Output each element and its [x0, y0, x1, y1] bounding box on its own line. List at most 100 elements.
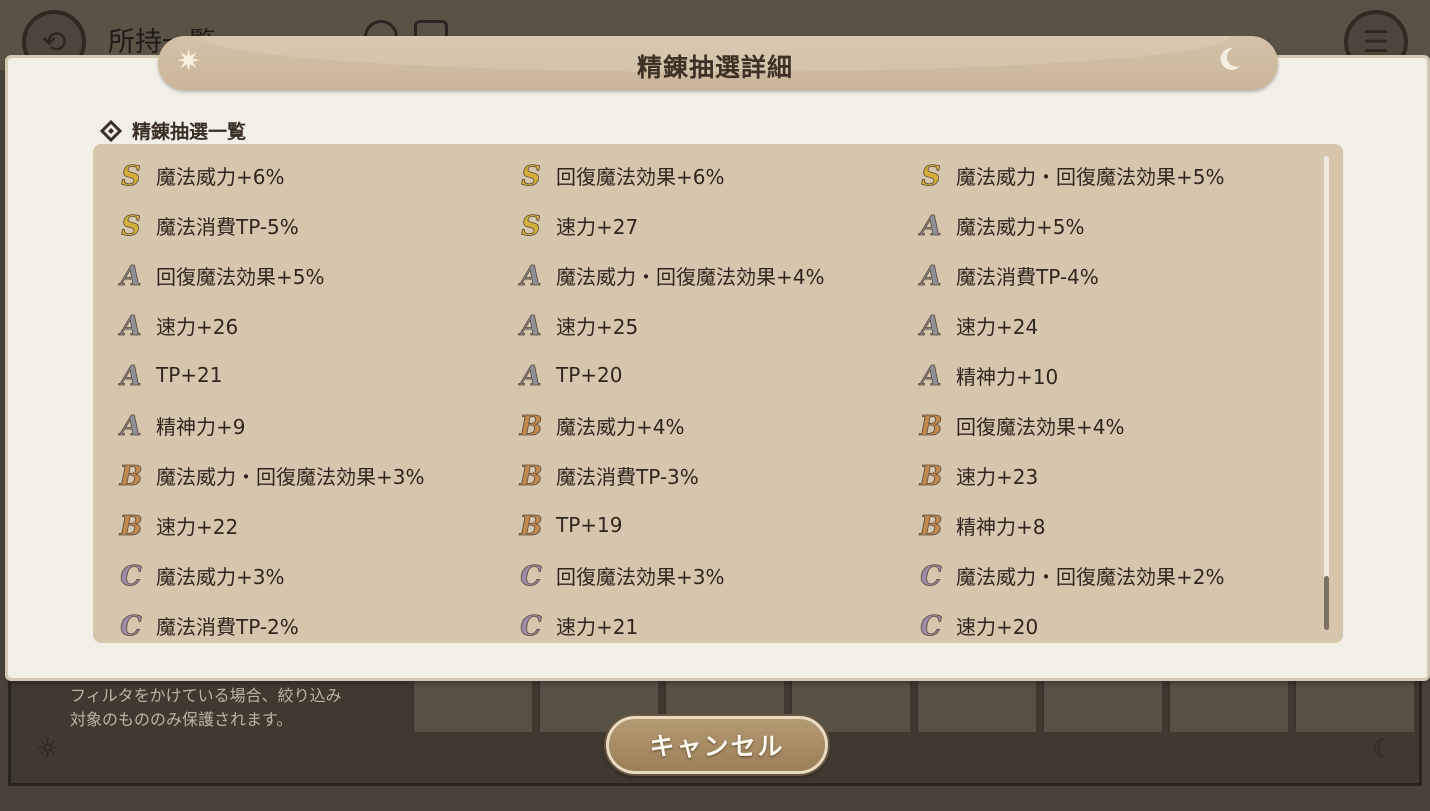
rank-a-icon: A [517, 311, 542, 341]
lottery-entry: A TP+20 [517, 357, 622, 393]
rank-c-icon: C [520, 611, 543, 641]
lottery-entry: B 速力+23 [917, 457, 1038, 493]
lottery-entry-text: 速力+21 [556, 614, 639, 639]
rank-c-icon: C [120, 611, 143, 641]
lottery-entry-text: 魔法威力+3% [156, 564, 285, 589]
svg-text:C: C [920, 561, 942, 591]
lottery-entry: C 回復魔法効果+3% [517, 557, 725, 593]
lottery-entry-text: 魔法消費TP-4% [956, 264, 1099, 289]
svg-text:S: S [921, 161, 941, 191]
lottery-entry-text: 速力+20 [956, 614, 1039, 639]
lottery-row: B 魔法威力・回復魔法効果+3% B 魔法消費TP-3% B 速力+23 [93, 444, 1323, 494]
svg-text:A: A [918, 361, 942, 391]
rank-b-icon: B [918, 461, 943, 491]
lottery-entry-text: 魔法消費TP-5% [156, 214, 299, 239]
character-thumbnail [1042, 680, 1162, 732]
rank-a-icon: A [117, 311, 142, 341]
cancel-button-label: キャンセル [649, 732, 785, 761]
svg-text:A: A [518, 311, 542, 341]
rank-c-icon: C [920, 561, 943, 591]
svg-text:B: B [119, 461, 143, 491]
background-note-line-1: フィルタをかけている場合、絞り込み [70, 686, 342, 705]
cancel-button[interactable]: キャンセル [606, 716, 828, 774]
moon-ornament-icon: ☾ [1372, 734, 1396, 764]
lottery-row: C 魔法消費TP-2% C 速力+21 C 速力+20 [93, 594, 1323, 643]
lottery-entry-text: 精神力+8 [956, 514, 1046, 539]
sun-ornament-icon: ☼ [36, 734, 60, 764]
lottery-entry: C 速力+20 [917, 607, 1038, 643]
rank-a-icon: A [117, 411, 142, 441]
rank-a-icon: A [917, 211, 942, 241]
rank-s-icon: S [921, 161, 941, 191]
rank-a-icon: A [917, 261, 942, 291]
svg-text:A: A [918, 261, 942, 291]
svg-text:B: B [519, 511, 543, 541]
lottery-entry-text: TP+19 [556, 513, 623, 537]
lottery-entry: B 魔法威力・回復魔法効果+3% [117, 457, 425, 493]
lottery-entry: A 速力+24 [917, 307, 1038, 343]
lottery-list-panel[interactable]: S 魔法威力+6% S 回復魔法効果+6% S 魔法威力・回復魔法効果+5% S 魔法消費TP… [93, 144, 1343, 643]
lottery-row: A TP+21 A TP+20 A 精神力+10 [93, 344, 1323, 394]
character-thumbnail [412, 680, 532, 732]
svg-text:C: C [920, 611, 942, 641]
lottery-entry-text: 速力+25 [556, 314, 639, 339]
scrollbar-thumb[interactable] [1324, 576, 1329, 630]
rank-s-icon: S [121, 211, 141, 241]
diamond-bullet-icon [100, 119, 122, 142]
svg-text:B: B [119, 511, 143, 541]
lottery-entry-text: 速力+26 [156, 314, 239, 339]
lottery-entry-text: 速力+27 [556, 214, 639, 239]
lottery-row: A 速力+26 A 速力+25 A 速力+24 [93, 294, 1323, 344]
lottery-entry-text: 魔法消費TP-3% [556, 464, 699, 489]
background-note-line-2: 対象のもののみ保護されます。 [70, 710, 293, 729]
rank-a-icon: A [117, 361, 142, 391]
lottery-entry-text: 回復魔法効果+3% [556, 564, 725, 589]
svg-text:A: A [118, 411, 142, 441]
lottery-grid: S 魔法威力+6% S 回復魔法効果+6% S 魔法威力・回復魔法効果+5% S 魔法消費TP… [93, 144, 1323, 643]
svg-text:B: B [919, 411, 943, 441]
svg-text:A: A [518, 361, 542, 391]
svg-text:B: B [519, 461, 543, 491]
rank-s-icon: S [121, 161, 141, 191]
lottery-entry: B 速力+22 [117, 507, 238, 543]
svg-text:A: A [918, 211, 942, 241]
lottery-entry: A 回復魔法効果+5% [117, 257, 325, 293]
lottery-entry-text: TP+20 [556, 363, 623, 387]
rank-s-icon: S [521, 161, 541, 191]
svg-text:A: A [118, 261, 142, 291]
lottery-entry: C 魔法威力+3% [117, 557, 285, 593]
character-thumbnail [1294, 680, 1414, 732]
svg-text:B: B [919, 461, 943, 491]
rank-a-icon: A [917, 311, 942, 341]
svg-text:C: C [520, 611, 542, 641]
lottery-entry: B 魔法消費TP-3% [517, 457, 699, 493]
svg-text:C: C [120, 611, 142, 641]
rank-a-icon: A [517, 261, 542, 291]
lottery-entry: A TP+21 [117, 357, 222, 393]
lottery-entry-text: 魔法威力・回復魔法効果+2% [956, 564, 1225, 589]
lottery-entry: A 魔法消費TP-4% [917, 257, 1099, 293]
lottery-entry: A 速力+25 [517, 307, 638, 343]
svg-text:S: S [121, 211, 141, 241]
scrollbar-track[interactable] [1324, 156, 1329, 630]
lottery-entry-text: 回復魔法効果+5% [156, 264, 325, 289]
background-filter-note: フィルタをかけている場合、絞り込み 対象のもののみ保護されます。 [70, 684, 342, 732]
rank-a-icon: A [917, 361, 942, 391]
lottery-row: B 速力+22 B TP+19 B 精神力+8 [93, 494, 1323, 544]
lottery-entry: S 魔法威力・回復魔法効果+5% [917, 157, 1225, 193]
rank-b-icon: B [918, 411, 943, 441]
background-character-thumbnails [412, 680, 1422, 732]
lottery-entry-text: 魔法消費TP-2% [156, 614, 299, 639]
lottery-entry: B 精神力+8 [917, 507, 1045, 543]
rank-b-icon: B [518, 511, 543, 541]
svg-text:S: S [521, 161, 541, 191]
rank-c-icon: C [120, 561, 143, 591]
lottery-row: C 魔法威力+3% C 回復魔法効果+3% C 魔法威力・回復魔法効果+2% [93, 544, 1323, 594]
lottery-entry-text: 魔法威力+4% [556, 414, 685, 439]
rank-c-icon: C [520, 561, 543, 591]
svg-text:C: C [120, 561, 142, 591]
lottery-entry: A 魔法威力・回復魔法効果+4% [517, 257, 825, 293]
svg-text:B: B [919, 511, 943, 541]
lottery-entry-text: 魔法威力・回復魔法効果+4% [556, 264, 825, 289]
lottery-entry-text: 魔法威力・回復魔法効果+3% [156, 464, 425, 489]
